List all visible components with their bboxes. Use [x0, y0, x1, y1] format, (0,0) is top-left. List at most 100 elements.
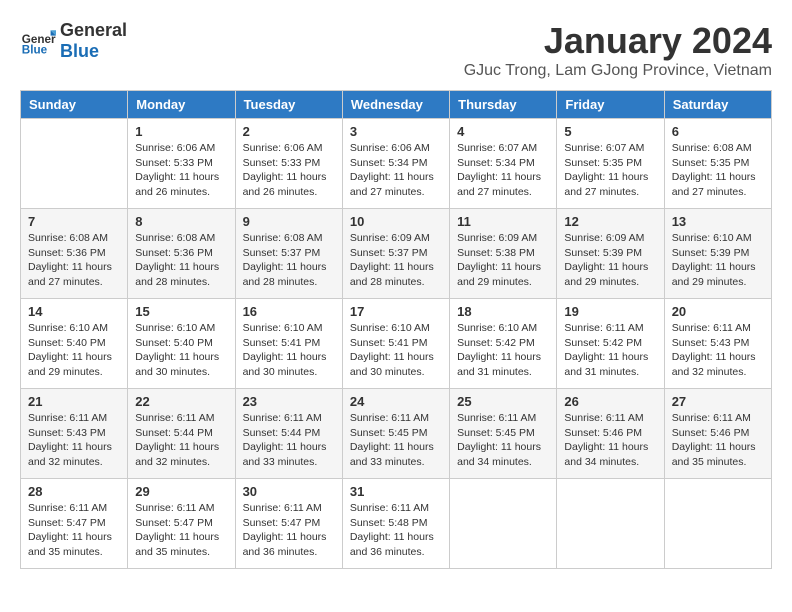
day-number: 1 — [135, 124, 227, 139]
calendar-cell: 29Sunrise: 6:11 AM Sunset: 5:47 PM Dayli… — [128, 479, 235, 569]
day-info: Sunrise: 6:07 AM Sunset: 5:34 PM Dayligh… — [457, 141, 549, 200]
logo-icon: General Blue — [20, 23, 56, 59]
calendar-cell: 31 Sunrise: 6:11 AM Sunset: 5:48 PM Dayli… — [342, 479, 449, 569]
day-info: Sunrise: 6:11 AM Sunset: 5:45 PM Dayligh… — [350, 411, 442, 470]
calendar-cell — [21, 119, 128, 209]
day-info: Sunrise: 6:10 AM Sunset: 5:40 PM Dayligh… — [135, 321, 227, 380]
calendar-cell: 25 Sunrise: 6:11 AM Sunset: 5:45 PM Dayli… — [450, 389, 557, 479]
calendar-cell: 6 Sunrise: 6:08 AM Sunset: 5:35 PM Daylig… — [664, 119, 771, 209]
calendar-cell: 20Sunrise: 6:11 AM Sunset: 5:43 PM Dayli… — [664, 299, 771, 389]
day-number: 17 — [350, 304, 442, 319]
day-number: 14 — [28, 304, 120, 319]
day-number: 22 — [135, 394, 227, 409]
day-number: 23 — [243, 394, 335, 409]
day-info: Sunrise: 6:08 AM Sunset: 5:37 PM Dayligh… — [243, 231, 335, 290]
calendar-week-row: 21 Sunrise: 6:11 AM Sunset: 5:43 PM Dayli… — [21, 389, 772, 479]
day-info: Sunrise: 6:11 AM Sunset: 5:46 PM Dayligh… — [564, 411, 656, 470]
column-header-friday: Friday — [557, 91, 664, 119]
calendar-table: SundayMondayTuesdayWednesdayThursdayFrid… — [20, 90, 772, 569]
day-number: 27 — [672, 394, 764, 409]
column-header-saturday: Saturday — [664, 91, 771, 119]
calendar-cell: 12 Sunrise: 6:09 AM Sunset: 5:39 PM Dayli… — [557, 209, 664, 299]
calendar-cell: 17 Sunrise: 6:10 AM Sunset: 5:41 PM Dayli… — [342, 299, 449, 389]
calendar-cell: 16 Sunrise: 6:10 AM Sunset: 5:41 PM Dayli… — [235, 299, 342, 389]
day-number: 25 — [457, 394, 549, 409]
calendar-cell: 4 Sunrise: 6:07 AM Sunset: 5:34 PM Daylig… — [450, 119, 557, 209]
calendar-cell — [450, 479, 557, 569]
day-info: Sunrise: 6:11 AM Sunset: 5:43 PM Dayligh… — [672, 321, 764, 380]
column-header-thursday: Thursday — [450, 91, 557, 119]
day-number: 12 — [564, 214, 656, 229]
calendar-cell: 22Sunrise: 6:11 AM Sunset: 5:44 PM Dayli… — [128, 389, 235, 479]
day-number: 24 — [350, 394, 442, 409]
day-info: Sunrise: 6:11 AM Sunset: 5:42 PM Dayligh… — [564, 321, 656, 380]
day-info: Sunrise: 6:08 AM Sunset: 5:35 PM Dayligh… — [672, 141, 764, 200]
day-info: Sunrise: 6:09 AM Sunset: 5:37 PM Dayligh… — [350, 231, 442, 290]
day-number: 2 — [243, 124, 335, 139]
calendar-week-row: 1 Sunrise: 6:06 AM Sunset: 5:33 PM Daylig… — [21, 119, 772, 209]
month-title: January 2024 — [464, 20, 772, 62]
day-info: Sunrise: 6:11 AM Sunset: 5:45 PM Dayligh… — [457, 411, 549, 470]
day-info: Sunrise: 6:06 AM Sunset: 5:33 PM Dayligh… — [135, 141, 227, 200]
svg-text:Blue: Blue — [22, 44, 48, 57]
day-info: Sunrise: 6:11 AM Sunset: 5:43 PM Dayligh… — [28, 411, 120, 470]
calendar-week-row: 7 Sunrise: 6:08 AM Sunset: 5:36 PM Daylig… — [21, 209, 772, 299]
day-number: 6 — [672, 124, 764, 139]
calendar-cell — [664, 479, 771, 569]
day-number: 28 — [28, 484, 120, 499]
column-header-monday: Monday — [128, 91, 235, 119]
day-info: Sunrise: 6:06 AM Sunset: 5:34 PM Dayligh… — [350, 141, 442, 200]
day-info: Sunrise: 6:08 AM Sunset: 5:36 PM Dayligh… — [28, 231, 120, 290]
day-number: 16 — [243, 304, 335, 319]
day-info: Sunrise: 6:08 AM Sunset: 5:36 PM Dayligh… — [135, 231, 227, 290]
calendar-cell: 24 Sunrise: 6:11 AM Sunset: 5:45 PM Dayli… — [342, 389, 449, 479]
day-info: Sunrise: 6:10 AM Sunset: 5:41 PM Dayligh… — [350, 321, 442, 380]
logo-general-text: General — [60, 20, 127, 41]
day-info: Sunrise: 6:11 AM Sunset: 5:46 PM Dayligh… — [672, 411, 764, 470]
calendar-cell: 1 Sunrise: 6:06 AM Sunset: 5:33 PM Daylig… — [128, 119, 235, 209]
day-number: 18 — [457, 304, 549, 319]
day-number: 13 — [672, 214, 764, 229]
calendar-cell: 26 Sunrise: 6:11 AM Sunset: 5:46 PM Dayli… — [557, 389, 664, 479]
calendar-cell: 30Sunrise: 6:11 AM Sunset: 5:47 PM Dayli… — [235, 479, 342, 569]
day-info: Sunrise: 6:10 AM Sunset: 5:39 PM Dayligh… — [672, 231, 764, 290]
calendar-cell — [557, 479, 664, 569]
day-number: 19 — [564, 304, 656, 319]
day-number: 9 — [243, 214, 335, 229]
day-number: 31 — [350, 484, 442, 499]
calendar-cell: 21 Sunrise: 6:11 AM Sunset: 5:43 PM Dayli… — [21, 389, 128, 479]
day-number: 21 — [28, 394, 120, 409]
column-header-tuesday: Tuesday — [235, 91, 342, 119]
calendar-cell: 15Sunrise: 6:10 AM Sunset: 5:40 PM Dayli… — [128, 299, 235, 389]
title-area: January 2024 GJuc Trong, Lam GJong Provi… — [464, 20, 772, 80]
day-number: 29 — [135, 484, 227, 499]
calendar-cell: 5 Sunrise: 6:07 AM Sunset: 5:35 PM Daylig… — [557, 119, 664, 209]
day-info: Sunrise: 6:06 AM Sunset: 5:33 PM Dayligh… — [243, 141, 335, 200]
day-number: 7 — [28, 214, 120, 229]
calendar-cell: 10Sunrise: 6:09 AM Sunset: 5:37 PM Dayli… — [342, 209, 449, 299]
day-info: Sunrise: 6:11 AM Sunset: 5:47 PM Dayligh… — [243, 501, 335, 560]
day-info: Sunrise: 6:09 AM Sunset: 5:38 PM Dayligh… — [457, 231, 549, 290]
calendar-cell: 8Sunrise: 6:08 AM Sunset: 5:36 PM Daylig… — [128, 209, 235, 299]
day-info: Sunrise: 6:07 AM Sunset: 5:35 PM Dayligh… — [564, 141, 656, 200]
day-info: Sunrise: 6:11 AM Sunset: 5:48 PM Dayligh… — [350, 501, 442, 560]
day-info: Sunrise: 6:11 AM Sunset: 5:47 PM Dayligh… — [28, 501, 120, 560]
day-number: 5 — [564, 124, 656, 139]
day-number: 11 — [457, 214, 549, 229]
day-number: 26 — [564, 394, 656, 409]
column-header-wednesday: Wednesday — [342, 91, 449, 119]
location-subtitle: GJuc Trong, Lam GJong Province, Vietnam — [464, 62, 772, 80]
logo: General Blue General Blue — [20, 20, 127, 62]
calendar-cell: 19 Sunrise: 6:11 AM Sunset: 5:42 PM Dayli… — [557, 299, 664, 389]
day-number: 4 — [457, 124, 549, 139]
calendar-cell: 23 Sunrise: 6:11 AM Sunset: 5:44 PM Dayli… — [235, 389, 342, 479]
day-info: Sunrise: 6:11 AM Sunset: 5:44 PM Dayligh… — [243, 411, 335, 470]
day-info: Sunrise: 6:09 AM Sunset: 5:39 PM Dayligh… — [564, 231, 656, 290]
calendar-cell: 9 Sunrise: 6:08 AM Sunset: 5:37 PM Daylig… — [235, 209, 342, 299]
day-info: Sunrise: 6:10 AM Sunset: 5:41 PM Dayligh… — [243, 321, 335, 380]
page-header: General Blue General Blue January 2024 G… — [20, 20, 772, 80]
calendar-cell: 27 Sunrise: 6:11 AM Sunset: 5:46 PM Dayli… — [664, 389, 771, 479]
calendar-cell: 7 Sunrise: 6:08 AM Sunset: 5:36 PM Daylig… — [21, 209, 128, 299]
calendar-cell: 13 Sunrise: 6:10 AM Sunset: 5:39 PM Dayli… — [664, 209, 771, 299]
calendar-week-row: 28 Sunrise: 6:11 AM Sunset: 5:47 PM Dayli… — [21, 479, 772, 569]
